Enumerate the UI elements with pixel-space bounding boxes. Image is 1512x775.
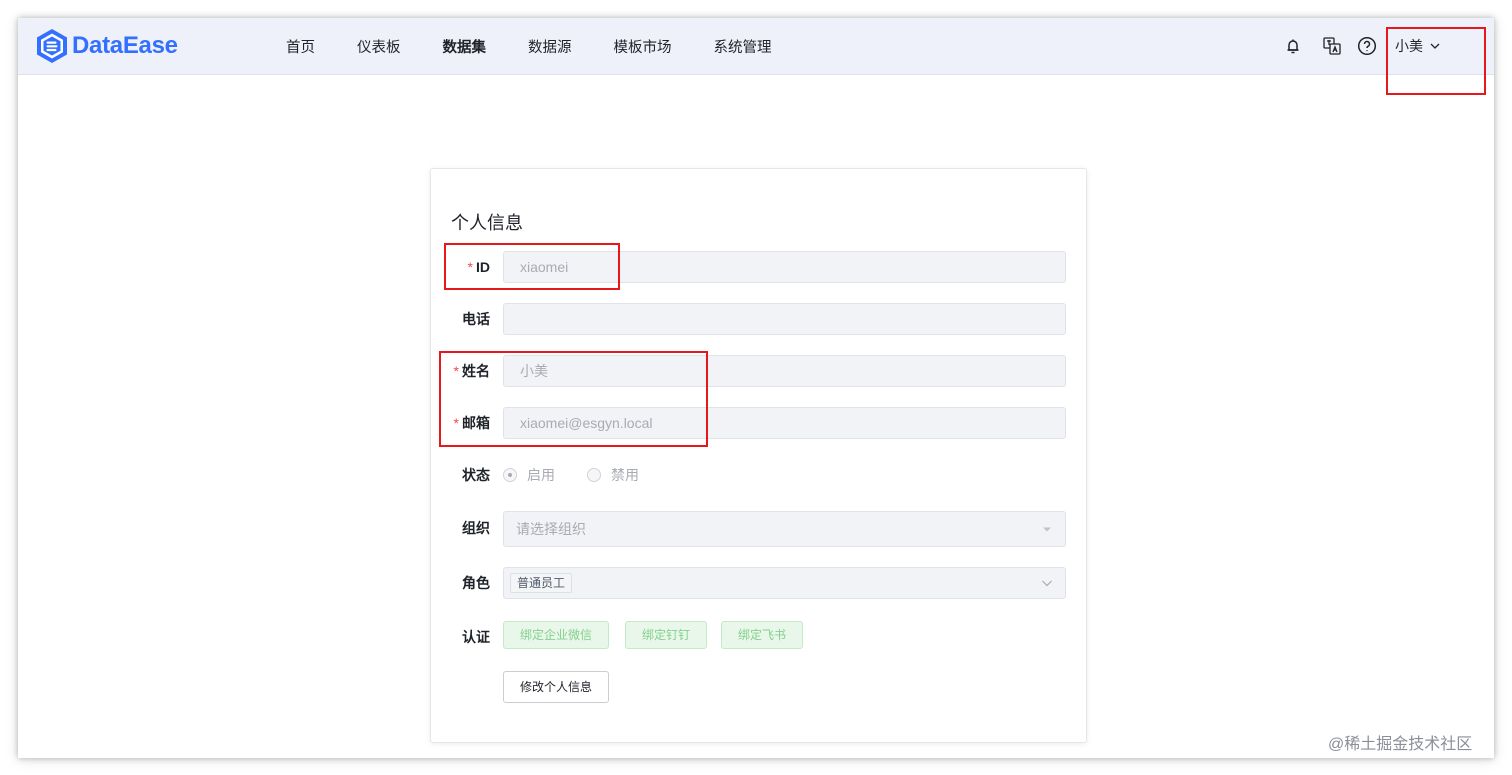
role-select[interactable]: 普通员工 xyxy=(503,567,1066,599)
radio-dot xyxy=(587,468,601,482)
app-window: DataEase 首页 仪表板 数据集 数据源 模板市场 系统管理 小美 个人信… xyxy=(18,18,1494,758)
id-field[interactable]: xiaomei xyxy=(503,251,1066,283)
watermark: @稀土掘金技术社区 xyxy=(1328,736,1473,753)
status-label: 状态 xyxy=(462,467,490,483)
chevron-down-icon xyxy=(1430,43,1440,49)
required-star: * xyxy=(453,363,459,379)
radio-label: 启用 xyxy=(527,467,555,483)
nav-item-datasource[interactable]: 数据源 xyxy=(528,36,572,57)
name-field[interactable]: 小美 xyxy=(503,355,1066,387)
bind-dingtalk-button[interactable]: 绑定钉钉 xyxy=(625,621,708,649)
caret-down-icon xyxy=(1041,512,1053,546)
user-menu[interactable]: 小美 xyxy=(1395,36,1441,56)
id-label: * ID xyxy=(467,259,490,275)
nav-item-dashboard[interactable]: 仪表板 xyxy=(357,36,401,57)
name-label: * 姓名 xyxy=(453,363,490,379)
bell-icon[interactable] xyxy=(1283,36,1303,56)
org-placeholder: 请选择组织 xyxy=(516,521,586,537)
status-radio-group: 启用 禁用 xyxy=(503,459,671,491)
nav-item-template-market[interactable]: 模板市场 xyxy=(614,36,672,57)
translate-icon[interactable] xyxy=(1322,36,1342,56)
page-title: 个人信息 xyxy=(451,213,523,233)
radio-label: 禁用 xyxy=(611,467,639,483)
bind-wecom-button[interactable]: 绑定企业微信 xyxy=(503,621,610,649)
edit-profile-button[interactable]: 修改个人信息 xyxy=(503,671,610,703)
logo[interactable]: DataEase xyxy=(35,28,178,64)
user-name: 小美 xyxy=(1395,38,1423,54)
email-label: * 邮箱 xyxy=(453,415,490,431)
nav-item-dataset[interactable]: 数据集 xyxy=(443,36,487,57)
email-field[interactable]: xiaomei@esgyn.local xyxy=(503,407,1066,439)
org-label: 组织 xyxy=(462,520,490,536)
status-radio-enabled[interactable]: 启用 xyxy=(503,465,555,485)
required-star: * xyxy=(453,415,459,431)
role-label: 角色 xyxy=(462,575,490,591)
profile-card: 个人信息 * ID xiaomei 电话 * 姓名 小美 * 邮箱 xiaomei@e… xyxy=(430,168,1087,743)
top-header: DataEase 首页 仪表板 数据集 数据源 模板市场 系统管理 小美 xyxy=(18,18,1494,75)
auth-label: 认证 xyxy=(462,629,490,645)
radio-dot xyxy=(503,468,517,482)
nav-item-system-admin[interactable]: 系统管理 xyxy=(714,36,772,57)
required-star: * xyxy=(467,259,473,275)
chevron-down-icon xyxy=(1041,568,1053,598)
bind-feishu-button[interactable]: 绑定飞书 xyxy=(721,621,804,649)
main-nav: 首页 仪表板 数据集 数据源 模板市场 系统管理 xyxy=(286,18,814,75)
dataease-logo-icon xyxy=(37,29,67,63)
org-select[interactable]: 请选择组织 xyxy=(503,511,1066,547)
status-radio-disabled[interactable]: 禁用 xyxy=(587,465,639,485)
app-name: DataEase xyxy=(72,32,178,59)
phone-label: 电话 xyxy=(462,311,490,327)
nav-item-home[interactable]: 首页 xyxy=(286,36,315,57)
help-icon[interactable] xyxy=(1357,36,1377,56)
role-tag: 普通员工 xyxy=(510,573,573,593)
phone-field[interactable] xyxy=(503,303,1066,335)
